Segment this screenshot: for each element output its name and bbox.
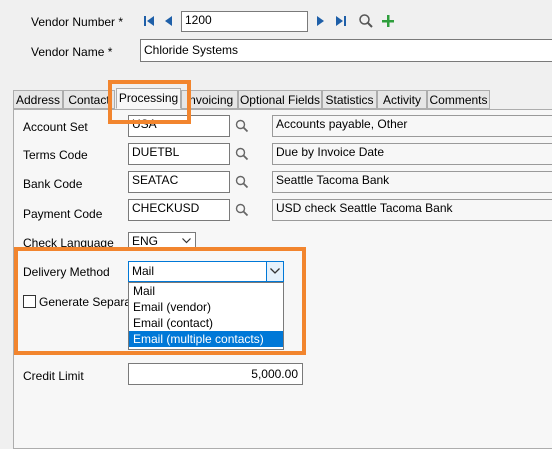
vendor-number-input[interactable]: 1200 bbox=[181, 11, 308, 32]
first-record-icon[interactable] bbox=[142, 14, 156, 28]
credit-limit-label: Credit Limit bbox=[23, 369, 84, 383]
account-set-label: Account Set bbox=[23, 120, 88, 134]
payment-code-label: Payment Code bbox=[23, 207, 103, 221]
payment-code-finder-icon[interactable] bbox=[235, 203, 249, 217]
finder-icon[interactable] bbox=[358, 13, 374, 29]
tab-statistics[interactable]: Statistics bbox=[322, 90, 377, 109]
account-set-finder-icon[interactable] bbox=[235, 119, 249, 133]
bank-code-description: Seattle Tacoma Bank bbox=[272, 171, 552, 193]
next-record-icon[interactable] bbox=[313, 14, 327, 28]
vendor-number-label: Vendor Number * bbox=[31, 15, 124, 29]
vendor-name-label: Vendor Name * bbox=[31, 45, 113, 59]
tab-bar: Address Contact Processing Invoicing Opt… bbox=[0, 88, 552, 110]
terms-code-description: Due by Invoice Date bbox=[272, 143, 552, 165]
check-language-value: ENG bbox=[132, 234, 159, 248]
payment-code-input[interactable]: CHECKUSD bbox=[128, 199, 230, 221]
tab-comments[interactable]: Comments bbox=[427, 90, 490, 109]
terms-code-finder-icon[interactable] bbox=[235, 147, 249, 161]
last-record-icon[interactable] bbox=[334, 14, 348, 28]
chevron-down-icon bbox=[182, 238, 191, 244]
bank-code-input[interactable]: SEATAC bbox=[128, 171, 230, 193]
account-set-description: Accounts payable, Other bbox=[272, 115, 552, 137]
bank-code-finder-icon[interactable] bbox=[235, 175, 249, 189]
tab-optional-fields[interactable]: Optional Fields bbox=[238, 90, 322, 109]
add-record-icon[interactable] bbox=[380, 13, 396, 29]
terms-code-label: Terms Code bbox=[23, 148, 88, 162]
tab-activity[interactable]: Activity bbox=[377, 90, 427, 109]
payment-code-description: USD check Seattle Tacoma Bank bbox=[272, 199, 552, 221]
tab-address[interactable]: Address bbox=[13, 90, 63, 109]
terms-code-input[interactable]: DUETBL bbox=[128, 143, 230, 165]
bank-code-label: Bank Code bbox=[23, 177, 83, 191]
delivery-method-highlight bbox=[14, 247, 306, 355]
vendor-name-input[interactable]: Chloride Systems bbox=[140, 39, 552, 62]
credit-limit-input[interactable]: 5,000.00 bbox=[128, 363, 303, 385]
previous-record-icon[interactable] bbox=[162, 14, 176, 28]
processing-tab-highlight bbox=[108, 80, 191, 124]
